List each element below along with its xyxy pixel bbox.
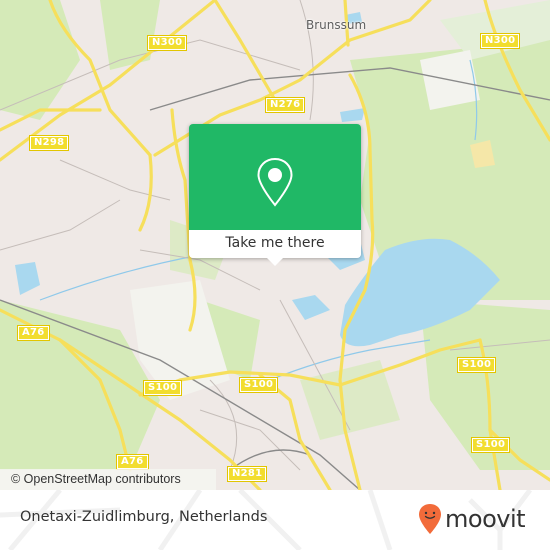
location-popup: Take me there	[189, 124, 361, 266]
road-label-n298: N298	[28, 135, 70, 151]
road-label-s100: S100	[470, 437, 511, 453]
map-attribution[interactable]: © OpenStreetMap contributors	[0, 469, 216, 490]
road-label-s100: S100	[142, 380, 183, 396]
road-label-n281: N281	[226, 466, 268, 482]
road-label-s100: S100	[456, 357, 497, 373]
map[interactable]: Brunssum N300 N300 N298 N276 A76 A76 S10…	[0, 0, 550, 490]
road-label-a76: A76	[17, 325, 50, 341]
road-label-s100: S100	[238, 377, 279, 393]
take-me-there-button[interactable]: Take me there	[189, 230, 361, 258]
place-label-brunssum: Brunssum	[306, 18, 367, 32]
popup-header	[189, 124, 361, 230]
footer: Onetaxi-Zuidlimburg, Netherlands moovit	[0, 490, 550, 550]
place-name: Onetaxi-Zuidlimburg, Netherlands	[20, 509, 268, 525]
road-label-n300: N300	[146, 35, 188, 51]
road-label-n300: N300	[479, 33, 521, 49]
moovit-logo[interactable]: moovit	[418, 502, 526, 536]
road-label-n276: N276	[264, 97, 306, 113]
moovit-wordmark: moovit	[445, 505, 526, 533]
moovit-pin-icon	[419, 504, 441, 534]
popup-arrow	[267, 258, 283, 266]
map-pin-icon	[257, 157, 293, 207]
road-label-a76: A76	[116, 454, 149, 470]
